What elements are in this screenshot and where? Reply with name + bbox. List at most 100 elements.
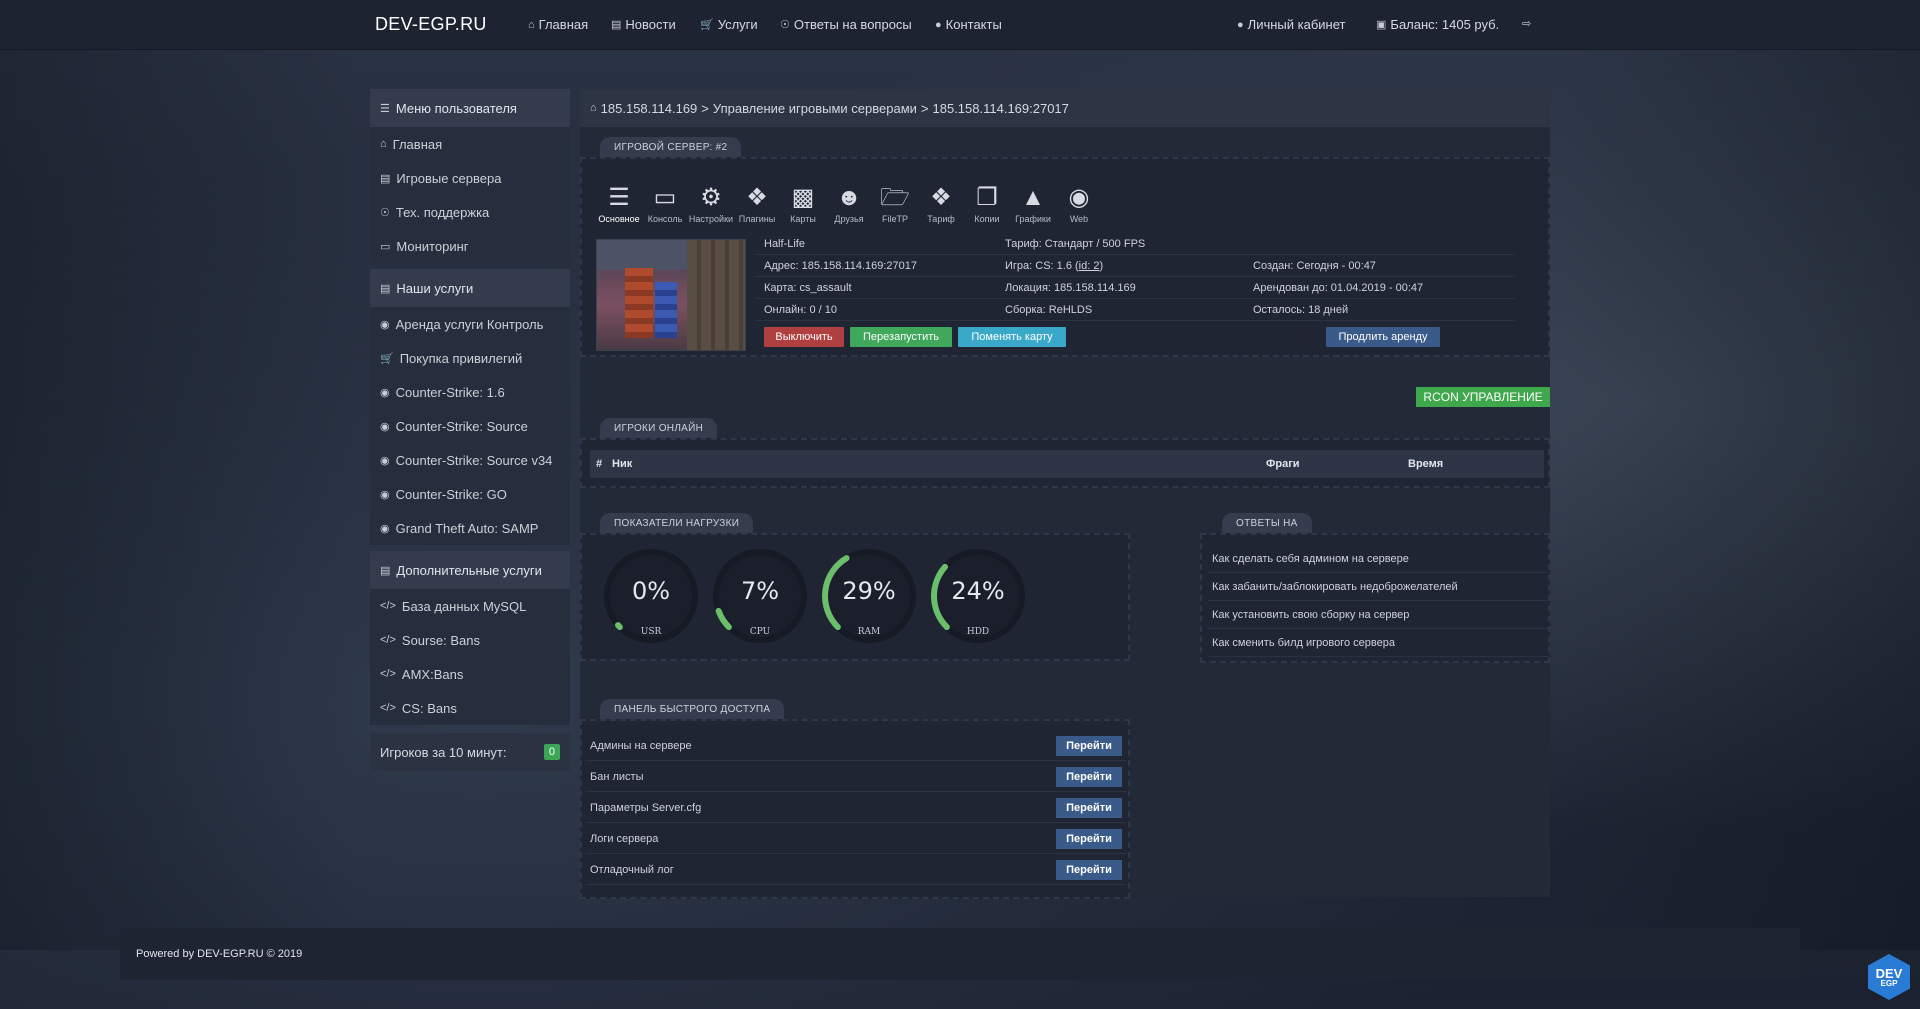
sidebar-item-extra[interactable]: </> Sourse: Bans [370,623,570,657]
faq-item[interactable]: Как установить свою сборку на сервер [1208,601,1548,629]
sidebar-item-label: Counter-Strike: Source v34 [395,452,553,468]
go-button[interactable]: Перейти [1056,797,1122,818]
gauge-usr: 0% USR [596,541,706,651]
cart-icon: 🛒 [380,352,394,365]
tool-label: Плагины [738,214,776,224]
home-icon: ⌂ [590,102,597,114]
nav-faq-label: Ответы на вопросы [793,17,912,32]
server-remaining: Осталось: 18 дней [1253,304,1349,316]
sidebar-item-monitoring[interactable]: ▭ Мониторинг [370,229,570,263]
go-button[interactable]: Перейти [1056,766,1122,787]
tool-console[interactable]: ▭ Консоль [642,184,688,224]
sidebar-item-service[interactable]: ◉ Grand Theft Auto: SAMP [370,511,570,545]
nav-home[interactable]: ⌂ Главная [528,17,588,32]
sidebar-item-label: Главная [392,136,443,152]
footer: Powered by DEV-EGP.RU © 2019 [120,928,1800,980]
sidebar-item-service[interactable]: ◉ Аренда услуги Контроль [370,307,570,341]
faq-item[interactable]: Как забанить/заблокировать недоброжелате… [1208,573,1548,601]
nav-news[interactable]: ▤ Новости [611,17,676,32]
sidebar-item-servers[interactable]: ▤ Игровые сервера [370,161,570,195]
nav-balance[interactable]: ▣ Баланс: 1405 руб. [1376,17,1499,32]
tool-maps[interactable]: ▩ Карты [780,184,826,224]
tool-graphs[interactable]: ▲ Графики [1010,184,1056,224]
tool-copies[interactable]: ❐ Копии [964,184,1010,224]
server-map: Карта: cs_assault [764,282,852,294]
tool-filetp[interactable]: 🗁 FileTP [872,184,918,224]
go-button[interactable]: Перейти [1056,859,1122,880]
breadcrumb-ip[interactable]: 185.158.114.169 [601,101,698,116]
server-created: Создан: Сегодня - 00:47 [1253,260,1376,272]
quick-row-label: Админы на сервере [590,739,692,752]
sidebar-item-support[interactable]: ☉ Тех. поддержка [370,195,570,229]
col-nick[interactable]: Ник [612,458,632,470]
tool-label: Друзья [834,214,864,224]
nav-services[interactable]: 🛒 Услуги [700,17,758,32]
nav-contacts-label: Контакты [945,17,1002,32]
money-icon: ▣ [1376,19,1387,31]
gamepad-icon: ◉ [380,386,390,399]
home-icon: ⌂ [380,138,387,150]
server-game-suffix: ) [1099,260,1104,272]
monitor-icon: ▭ [653,184,677,211]
sidebar-item-service[interactable]: ◉ Counter-Strike: GO [370,477,570,511]
logout-button[interactable]: ⇨ [1522,17,1531,30]
extend-rent-button[interactable]: Продлить аренду [1326,327,1440,347]
sidebar-item-extra[interactable]: </> CS: Bans [370,691,570,725]
change-map-button[interactable]: Поменять карту [958,327,1066,347]
tool-main[interactable]: ☰ Основное [596,184,642,224]
faq-item[interactable]: Как сменить билд игрового сервера [1208,629,1548,657]
background-left-art [0,50,360,950]
breadcrumb-separator: > [920,100,929,116]
sidebar-item-label: База данных MySQL [401,598,527,614]
sidebar-item-label: Sourse: Bans [401,632,480,648]
sidebar-item-extra[interactable]: </> AMX:Bans [370,657,570,691]
go-button[interactable]: Перейти [1056,828,1122,849]
breadcrumb-section[interactable]: Управление игровыми серверами [713,101,917,116]
server-icon: ▤ [380,282,391,295]
sidebar-item-home[interactable]: ⌂ Главная [370,127,570,161]
sidebar-item-service[interactable]: 🛒 Покупка привилегий [370,341,570,375]
tool-web[interactable]: ◉ Web [1056,184,1102,224]
tool-settings[interactable]: ⚙ Настройки [688,184,734,224]
col-frags[interactable]: Фраги [1266,458,1300,470]
sidebar-item-extra[interactable]: </> База данных MySQL [370,589,570,623]
corner-logo[interactable]: DEV EGP [1868,954,1910,1000]
col-time[interactable]: Время [1408,458,1443,470]
server-icon: ▤ [380,172,391,185]
sidebar-head-label: Меню пользователя [395,100,517,116]
sidebar-item-service[interactable]: ◉ Counter-Strike: 1.6 [370,375,570,409]
cubes-icon: ❖ [746,184,768,211]
tool-plugins[interactable]: ❖ Плагины [734,184,780,224]
nav-contacts[interactable]: ● Контакты [935,17,1002,32]
restart-server-button[interactable]: Перезапустить [850,327,952,347]
sidebar-item-label: Counter-Strike: Source [395,418,528,434]
stop-server-button[interactable]: Выключить [764,327,844,347]
rcon-button[interactable]: RCON УПРАВЛЕНИЕ [1416,387,1550,407]
breadcrumb-server: 185.158.114.169:27017 [932,100,1069,116]
tool-tariff[interactable]: ❖ Тариф [918,184,964,224]
tool-friends[interactable]: ☻ Друзья [826,184,872,224]
nav-faq[interactable]: ☉ Ответы на вопросы [780,17,912,32]
gauge-label: RAM [857,627,881,637]
breadcrumb-separator: > [701,100,709,116]
gauge-value: 29% [842,577,896,605]
server-game-id-link[interactable]: id: 2 [1079,260,1100,272]
sidebar-item-label: Grand Theft Auto: SAMP [395,520,539,536]
nav-account-label: Личный кабинет [1247,17,1346,32]
gauge-value: 7% [740,577,780,605]
sidebar-item-label: Игровые сервера [396,170,502,186]
brand-logo[interactable]: DEV-EGP.RU [375,14,487,35]
sidebar-item-service[interactable]: ◉ Counter-Strike: Source v34 [370,443,570,477]
tool-label: Настройки [688,214,734,224]
folder-open-icon: 🗁 [880,184,910,211]
top-navbar: DEV-EGP.RU ⌂ Главная ▤ Новости 🛒 Услуги ☉ От… [0,0,1920,50]
gear-icon: ⚙ [700,184,722,211]
go-button[interactable]: Перейти [1056,735,1122,756]
sidebar: ☰ Меню пользователя ⌂ Главная ▤ Игровые сер… [370,89,570,771]
faq-item[interactable]: Как сделать себя админом на сервере [1208,545,1548,573]
server-panel-tab: ИГРОВОЙ СЕРВЕР: #2 [600,137,742,157]
sidebar-item-service[interactable]: ◉ Counter-Strike: Source [370,409,570,443]
lifebuoy-icon: ☉ [380,206,390,219]
tool-label: Тариф [927,214,955,224]
nav-account[interactable]: ● Личный кабинет [1237,17,1345,32]
